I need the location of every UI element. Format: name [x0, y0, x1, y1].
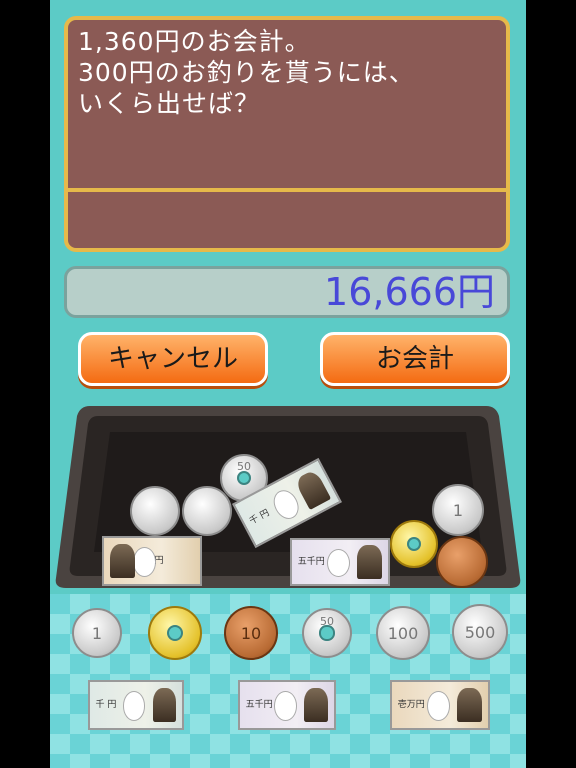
coin-label: 50 [237, 460, 251, 473]
coin-5-yen[interactable] [148, 606, 202, 660]
coin-1-yen[interactable]: 1 [72, 608, 122, 658]
bill-label: 壱万円 [397, 699, 425, 710]
coin-label: 1 [452, 500, 464, 520]
question-panel: 1,360円のお会計。 300円のお釣りを貰うには、 いくら出せば？ [64, 16, 510, 252]
coin-10-yen[interactable]: 10 [224, 606, 278, 660]
tray-coin-100-yen[interactable] [130, 486, 180, 536]
tray-coin-5-yen[interactable] [390, 520, 438, 568]
bill-label: 千 円 [247, 507, 272, 527]
tray-coin-100-yen[interactable] [182, 486, 232, 536]
bill-1000-yen[interactable]: 千 円 [88, 680, 184, 730]
bill-label: 五千円 [245, 699, 273, 710]
coin-label: 10 [240, 623, 262, 643]
tray-bill-10000-yen[interactable]: 壱万円 [102, 536, 202, 586]
coin-label: 50 [320, 615, 334, 628]
question-text: 1,360円のお会計。 300円のお釣りを貰うには、 いくら出せば？ [78, 27, 415, 118]
coin-50-yen[interactable]: 50 [302, 608, 352, 658]
bill-10000-yen[interactable]: 壱万円 [390, 680, 490, 730]
answer-area [68, 188, 506, 248]
coin-100-yen[interactable]: 100 [376, 606, 430, 660]
bill-label: 千 円 [95, 699, 117, 710]
bill-label: 五千円 [297, 557, 325, 568]
amount-display: 16,666円 [64, 266, 510, 318]
tray-coin-1-yen[interactable]: 1 [432, 484, 484, 536]
coin-label: 100 [387, 623, 419, 643]
tray-coin-10-yen[interactable] [436, 536, 488, 588]
game-screen: 1,360円のお会計。 300円のお釣りを貰うには、 いくら出せば？ 16,66… [50, 0, 526, 768]
cancel-button[interactable]: キャンセル [78, 332, 268, 386]
tray-bill-5000-yen[interactable]: 五千円 [290, 538, 390, 586]
pay-button[interactable]: お会計 [320, 332, 510, 386]
coin-label: 500 [464, 622, 496, 642]
bill-5000-yen[interactable]: 五千円 [238, 680, 336, 730]
coin-500-yen[interactable]: 500 [452, 604, 508, 660]
coin-label: 1 [91, 623, 103, 643]
